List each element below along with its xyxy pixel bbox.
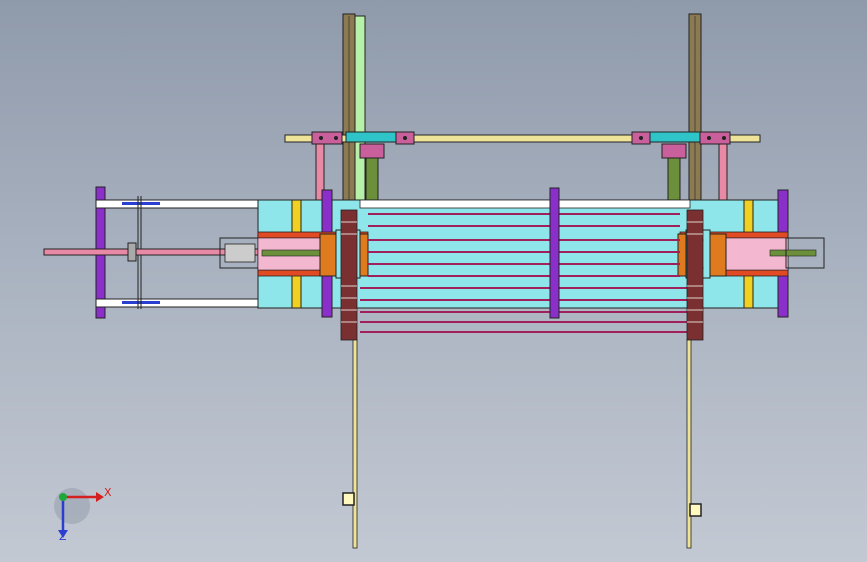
z-axis-label: Z [59, 530, 67, 543]
x-axis-label: X [104, 486, 112, 499]
assembly-drawing[interactable] [0, 0, 867, 562]
right-vertical-post[interactable] [688, 13, 702, 225]
lower-guide-rods[interactable] [342, 339, 702, 549]
left-push-rod[interactable] [43, 237, 260, 269]
left-vertical-post[interactable] [342, 13, 366, 225]
y-axis-dot [59, 493, 67, 501]
right-plate-stack [686, 209, 704, 341]
cad-viewport[interactable]: X Z [0, 0, 867, 562]
center-divider [549, 187, 560, 319]
left-plate-stack [340, 209, 358, 341]
top-crossbar[interactable] [284, 131, 761, 145]
